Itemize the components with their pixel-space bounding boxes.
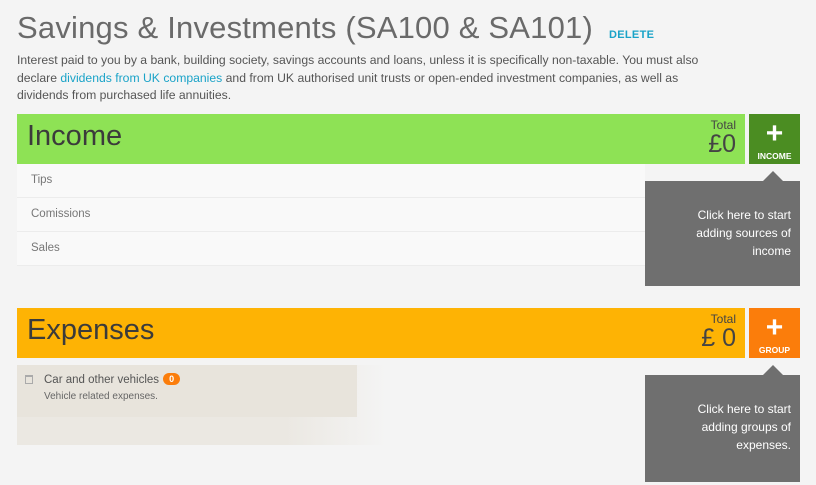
income-item-tips[interactable]: Tips bbox=[17, 164, 645, 198]
income-tooltip-text: Click here to start adding sources of in… bbox=[696, 208, 791, 258]
add-group-label: GROUP bbox=[758, 345, 791, 355]
expenses-title: Expenses bbox=[27, 314, 155, 346]
income-item-comissions[interactable]: Comissions bbox=[17, 198, 645, 232]
income-total-value: £0 bbox=[708, 130, 736, 158]
expense-group-name: Car and other vehicles 0 bbox=[44, 373, 181, 386]
income-tooltip: Click here to start adding sources of in… bbox=[645, 171, 800, 286]
delete-link[interactable]: DELETE bbox=[609, 29, 654, 41]
expense-group-description: Vehicle related expenses. bbox=[44, 391, 158, 402]
expenses-tooltip: Click here to start adding groups of exp… bbox=[645, 365, 800, 482]
income-title: Income bbox=[27, 120, 123, 152]
expense-group-count-badge: 0 bbox=[163, 373, 181, 385]
plus-icon: + bbox=[765, 311, 784, 344]
page-title: Savings & Investments (SA100 & SA101) bbox=[17, 10, 594, 45]
add-group-button[interactable]: + GROUP bbox=[749, 308, 800, 358]
expenses-tooltip-text: Click here to start adding groups of exp… bbox=[697, 402, 791, 452]
expenses-total-value: £ 0 bbox=[701, 324, 736, 352]
add-income-label: INCOME bbox=[757, 151, 792, 161]
plus-icon: + bbox=[765, 117, 784, 150]
expenses-header: Expenses Total £ 0 bbox=[17, 308, 745, 358]
tooltip-arrow bbox=[763, 171, 783, 181]
tooltip-arrow bbox=[763, 365, 783, 375]
expense-group-item[interactable]: Car and other vehicles 0 Vehicle related … bbox=[17, 365, 357, 417]
add-income-button[interactable]: + INCOME bbox=[749, 114, 800, 164]
trash-icon[interactable] bbox=[25, 375, 33, 384]
page-description: Interest paid to you by a bank, building… bbox=[17, 52, 707, 105]
expense-group-title: Car and other vehicles bbox=[44, 374, 160, 386]
income-item-sales[interactable]: Sales bbox=[17, 232, 645, 266]
income-header: Income Total £0 bbox=[17, 114, 745, 164]
expense-group-list: Car and other vehicles 0 Vehicle related … bbox=[17, 365, 479, 445]
dividends-link[interactable]: dividends from UK companies bbox=[60, 71, 222, 85]
income-list: Tips Comissions Sales bbox=[17, 164, 645, 266]
page-header: Savings & Investments (SA100 & SA101) DE… bbox=[17, 8, 654, 48]
